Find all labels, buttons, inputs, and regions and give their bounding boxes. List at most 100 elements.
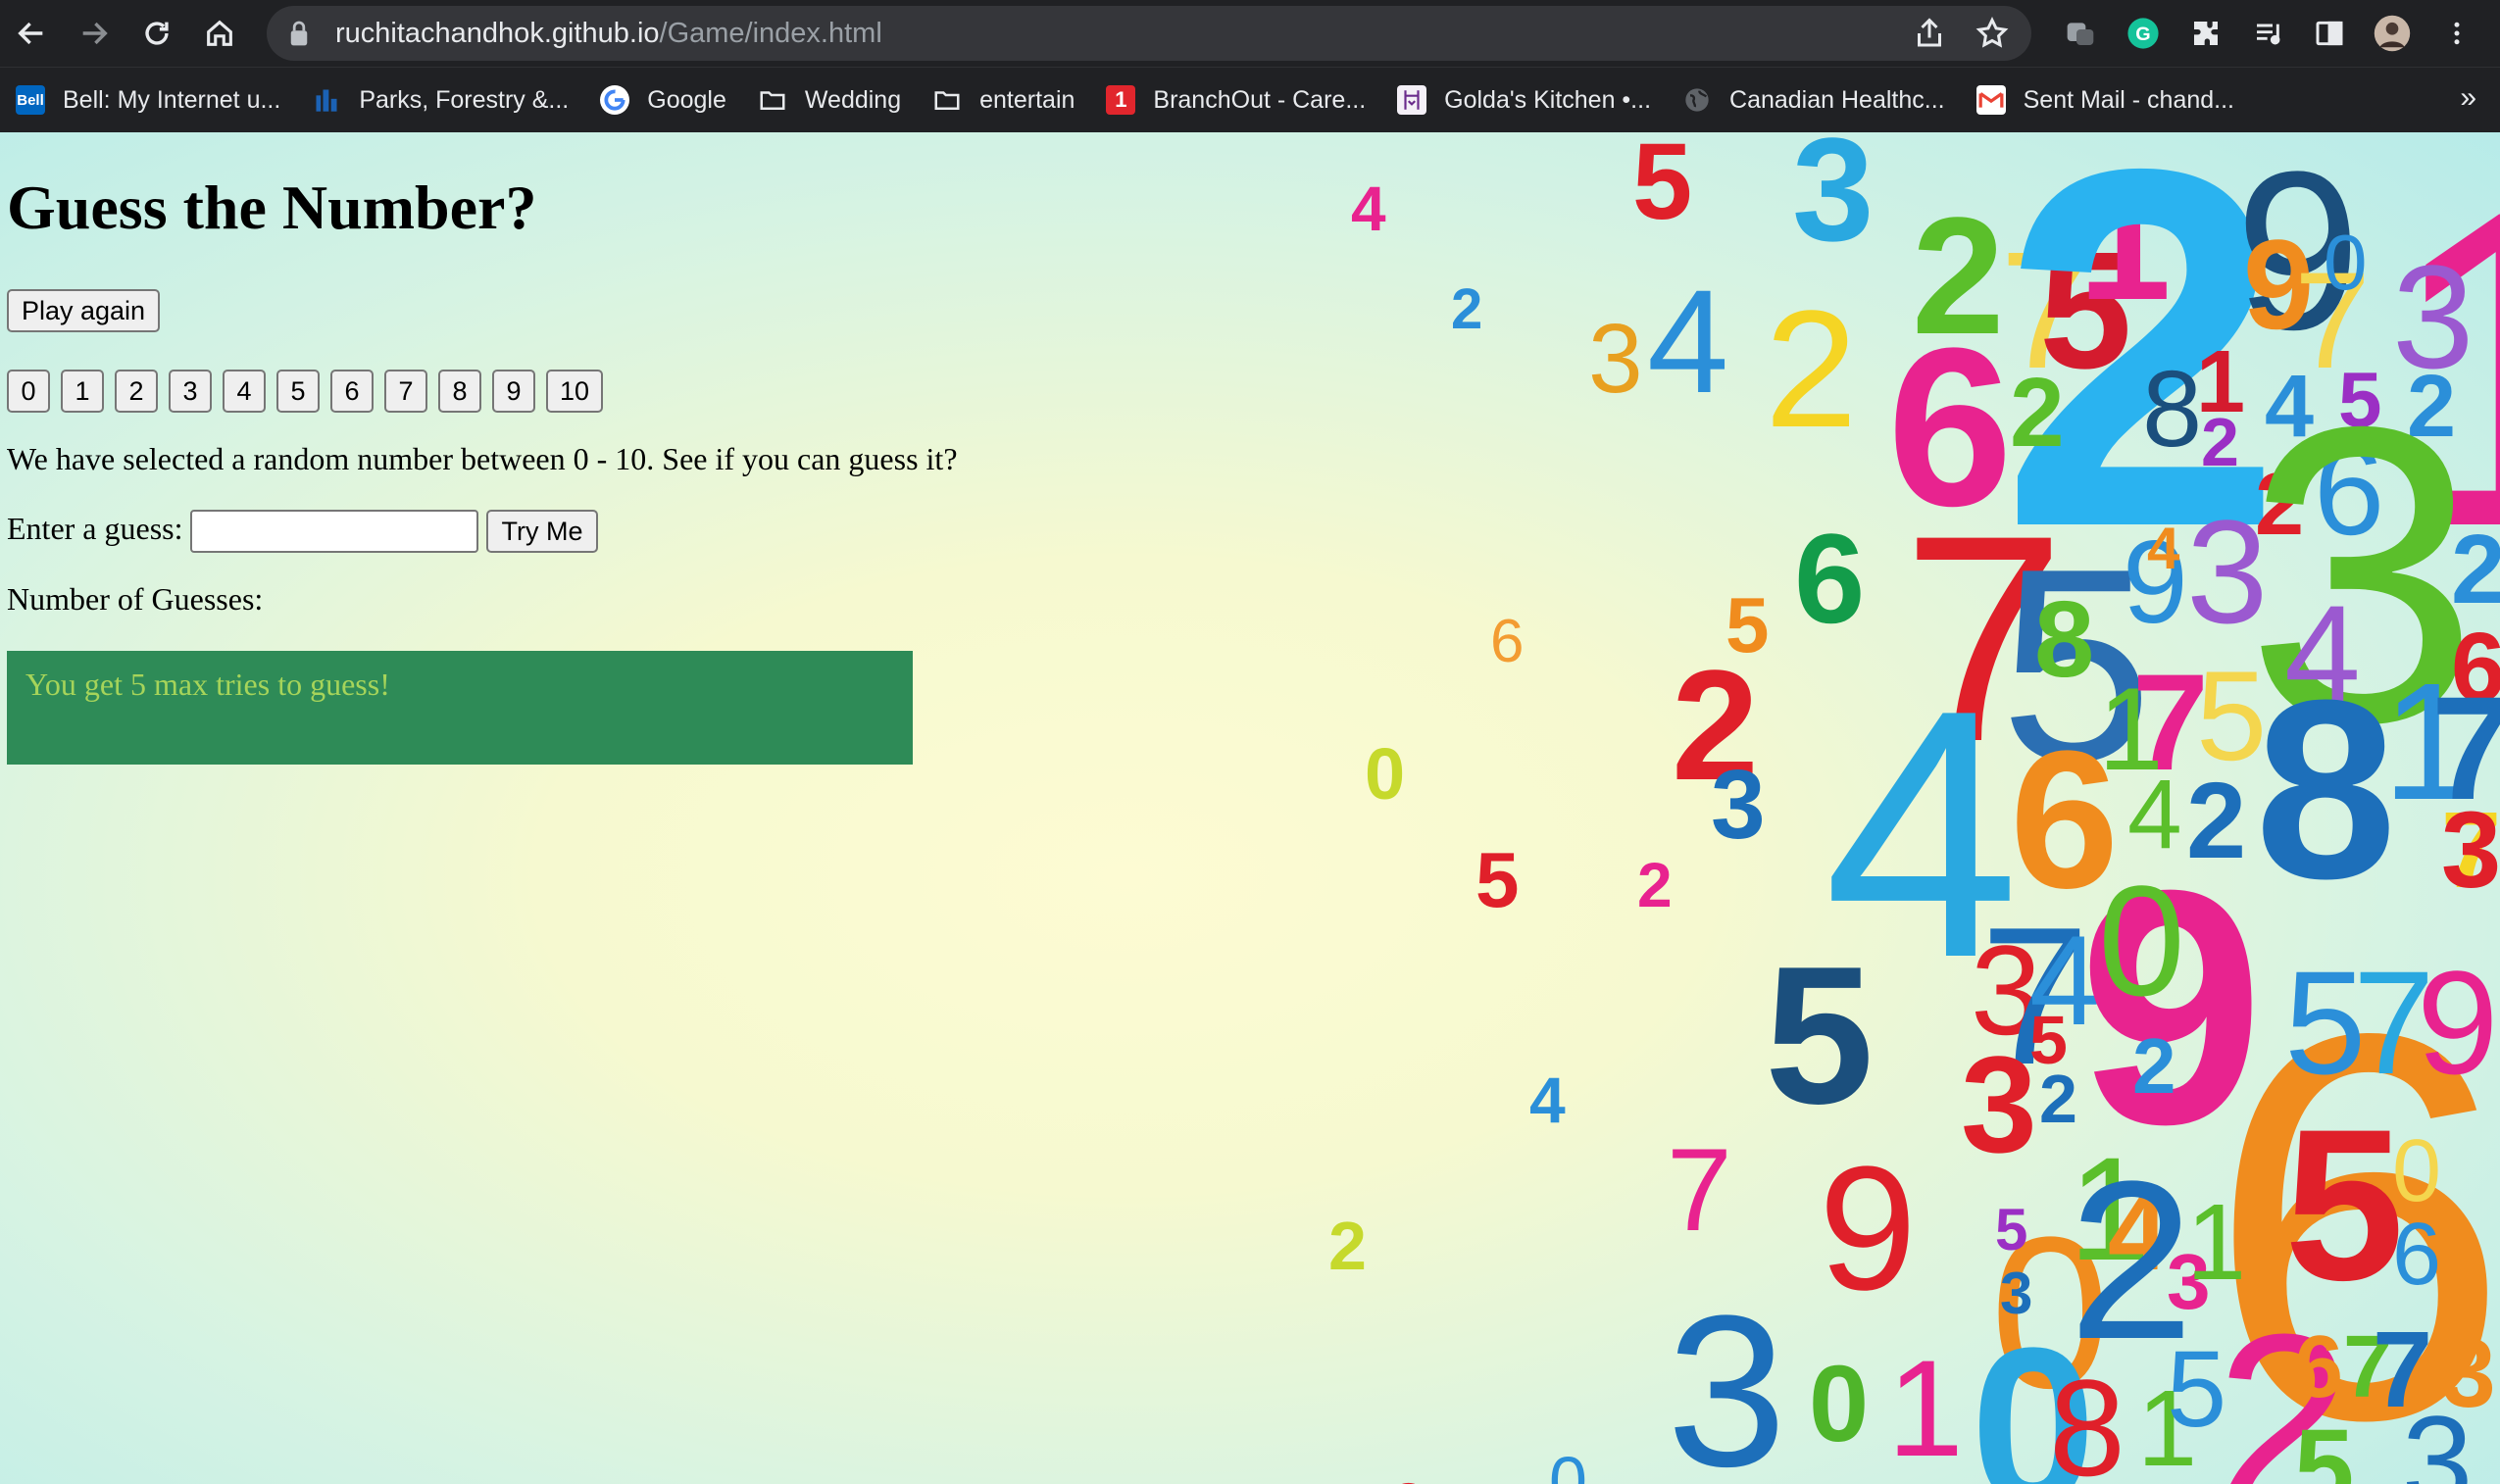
guess-number-button-4[interactable]: 4 bbox=[223, 370, 266, 413]
bookmark-canadian-healthcare[interactable]: Canadian Healthc... bbox=[1667, 76, 1961, 124]
svg-text:9: 9 bbox=[2417, 940, 2498, 1105]
svg-text:7: 7 bbox=[2353, 940, 2434, 1105]
svg-text:3: 3 bbox=[2167, 1238, 2211, 1325]
svg-text:9: 9 bbox=[2078, 821, 2264, 1194]
svg-text:5: 5 bbox=[2029, 1002, 2068, 1078]
status-message-box: You get 5 max tries to guess! bbox=[7, 651, 913, 765]
home-icon[interactable] bbox=[188, 0, 251, 67]
folder-icon bbox=[758, 85, 787, 115]
bookmark-label: Golda's Kitchen •... bbox=[1444, 85, 1652, 114]
svg-text:3: 3 bbox=[1961, 1027, 2037, 1181]
puzzle-icon[interactable] bbox=[2186, 14, 2225, 53]
guess-number-button-0[interactable]: 0 bbox=[7, 370, 50, 413]
media-playlist-icon[interactable] bbox=[2249, 14, 2288, 53]
bookmark-label: Google bbox=[647, 85, 726, 114]
golda-icon bbox=[1397, 85, 1427, 115]
svg-text:4: 4 bbox=[1529, 1064, 1566, 1136]
bookmark-label: Sent Mail - chand... bbox=[2023, 85, 2234, 114]
svg-text:5: 5 bbox=[2284, 1084, 2404, 1325]
branchout-icon: 1 bbox=[1106, 85, 1136, 115]
game-instructions: We have selected a random number between… bbox=[7, 441, 958, 476]
bookmark-goldas-kitchen[interactable]: Golda's Kitchen •... bbox=[1381, 76, 1667, 124]
reload-icon[interactable] bbox=[125, 0, 188, 67]
guess-number-button-1[interactable]: 1 bbox=[61, 370, 104, 413]
guess-number-button-9[interactable]: 9 bbox=[492, 370, 535, 413]
svg-text:2: 2 bbox=[2451, 515, 2500, 624]
more-bookmarks-chevron-icon[interactable]: » bbox=[2460, 81, 2476, 115]
svg-text:7: 7 bbox=[1667, 1124, 1732, 1256]
svg-text:0: 0 bbox=[1365, 733, 1405, 815]
svg-text:1: 1 bbox=[2098, 664, 2164, 795]
bookmark-bell[interactable]: Bell Bell: My Internet u... bbox=[0, 76, 296, 124]
svg-text:5: 5 bbox=[1475, 836, 1520, 923]
svg-text:3: 3 bbox=[2402, 1389, 2473, 1484]
bookmark-google[interactable]: Google bbox=[584, 76, 742, 124]
svg-text:4: 4 bbox=[2108, 1172, 2168, 1293]
menu-kebab-icon[interactable] bbox=[2437, 14, 2476, 53]
guess-number-button-6[interactable]: 6 bbox=[330, 370, 374, 413]
number-of-guesses-label: Number of Guesses: bbox=[7, 581, 264, 617]
svg-text:2: 2 bbox=[1912, 183, 2005, 370]
svg-text:8: 8 bbox=[2034, 579, 2094, 700]
svg-text:2: 2 bbox=[2216, 1283, 2352, 1484]
svg-text:9: 9 bbox=[1819, 1130, 1917, 1327]
svg-text:1: 1 bbox=[2382, 132, 2500, 620]
bookmark-entertain[interactable]: entertain bbox=[917, 76, 1090, 124]
profile-avatar-icon[interactable] bbox=[2373, 14, 2412, 53]
page-title: Guess the Number? bbox=[7, 173, 537, 242]
svg-text:2: 2 bbox=[2039, 1061, 2077, 1137]
svg-text:7: 7 bbox=[1980, 887, 2089, 1106]
bookmark-parks[interactable]: Parks, Forestry &... bbox=[296, 76, 584, 124]
svg-text:4: 4 bbox=[1351, 173, 1386, 244]
svg-text:3: 3 bbox=[2000, 1261, 2032, 1326]
guess-number-button-3[interactable]: 3 bbox=[169, 370, 212, 413]
share-icon[interactable] bbox=[1912, 16, 1947, 51]
side-panel-icon[interactable] bbox=[2310, 14, 2349, 53]
svg-text:3: 3 bbox=[1667, 1270, 1786, 1484]
bookmark-label: Parks, Forestry &... bbox=[359, 85, 570, 114]
svg-text:9: 9 bbox=[2243, 213, 2314, 356]
url-path: /Game/index.html bbox=[659, 17, 882, 49]
play-again-button[interactable]: Play again bbox=[7, 289, 160, 332]
bookmark-sent-mail[interactable]: Sent Mail - chand... bbox=[1961, 76, 2250, 124]
address-bar[interactable]: ruchitachandhok.github.io/Game/index.htm… bbox=[267, 6, 2031, 61]
svg-text:0: 0 bbox=[2392, 1122, 2441, 1220]
back-arrow-icon[interactable] bbox=[0, 0, 63, 67]
svg-text:4: 4 bbox=[2284, 576, 2361, 730]
url-text: ruchitachandhok.github.io/Game/index.htm… bbox=[335, 18, 882, 50]
svg-text:1: 1 bbox=[2382, 649, 2475, 835]
bookmark-star-icon[interactable] bbox=[1975, 16, 2010, 51]
bookmark-branchout[interactable]: 1 BranchOut - Care... bbox=[1090, 76, 1381, 124]
svg-text:2: 2 bbox=[2186, 761, 2246, 881]
svg-text:7: 7 bbox=[2132, 645, 2209, 799]
guess-number-button-10[interactable]: 10 bbox=[546, 370, 603, 413]
svg-text:1: 1 bbox=[2069, 1126, 2150, 1291]
svg-text:2: 2 bbox=[1765, 276, 1858, 463]
google-icon bbox=[600, 85, 630, 115]
bookmark-label: Canadian Healthc... bbox=[1729, 85, 1945, 114]
guess-number-button-7[interactable]: 7 bbox=[384, 370, 427, 413]
svg-text:3: 3 bbox=[1792, 132, 1874, 272]
bookmark-label: BranchOut - Care... bbox=[1153, 85, 1367, 114]
svg-text:4: 4 bbox=[2029, 909, 2100, 1052]
gmail-icon bbox=[1975, 85, 2006, 115]
bookmark-label: entertain bbox=[979, 85, 1075, 114]
bookmark-wedding[interactable]: Wedding bbox=[742, 76, 917, 124]
guess-input[interactable] bbox=[190, 510, 478, 553]
svg-text:2: 2 bbox=[2132, 1022, 2176, 1110]
extension-icon[interactable] bbox=[2061, 14, 2100, 53]
guess-label: Enter a guess: bbox=[7, 511, 183, 546]
guess-number-button-2[interactable]: 2 bbox=[115, 370, 158, 413]
svg-text:6: 6 bbox=[2314, 419, 2384, 562]
svg-text:5: 5 bbox=[1765, 926, 1874, 1145]
guess-number-button-5[interactable]: 5 bbox=[276, 370, 320, 413]
try-me-button[interactable]: Try Me bbox=[486, 510, 598, 553]
svg-text:3: 3 bbox=[2441, 790, 2500, 911]
svg-text:0: 0 bbox=[1971, 1301, 2096, 1484]
grammarly-icon[interactable]: G bbox=[2124, 14, 2163, 53]
guess-number-button-8[interactable]: 8 bbox=[438, 370, 481, 413]
forward-arrow-icon[interactable] bbox=[63, 0, 125, 67]
svg-text:5: 5 bbox=[2167, 1329, 2226, 1450]
svg-text:3: 3 bbox=[2441, 1318, 2496, 1428]
svg-text:6: 6 bbox=[2010, 711, 2119, 929]
